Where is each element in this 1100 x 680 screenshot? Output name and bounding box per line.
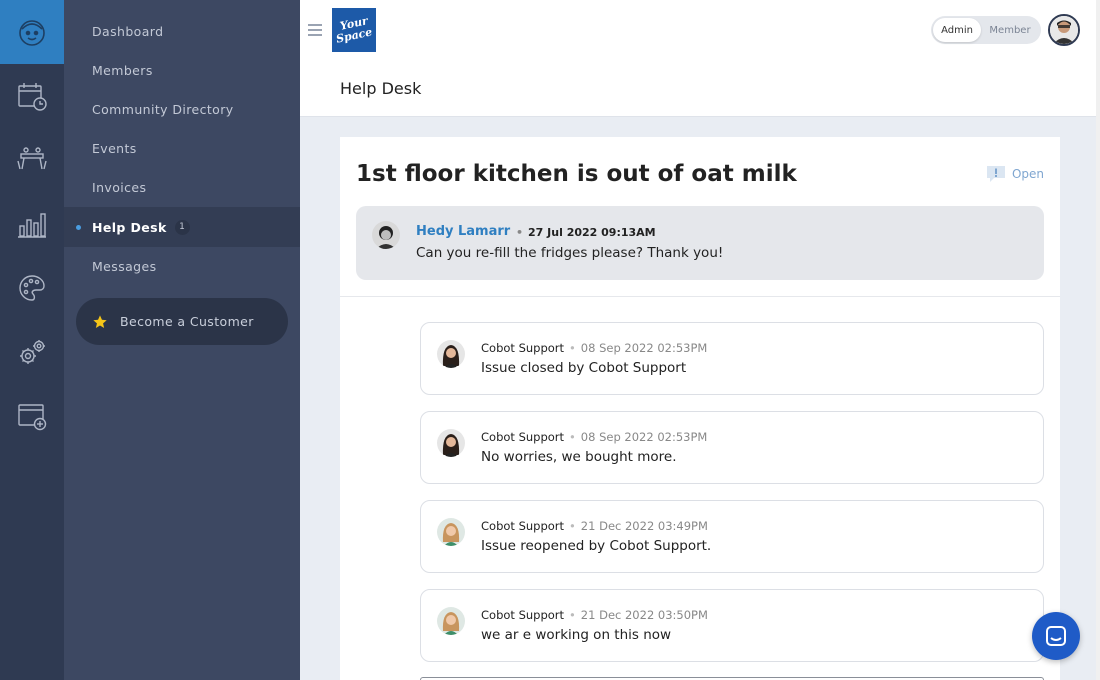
- issue-author-link[interactable]: Hedy Lamarr: [416, 224, 510, 239]
- page-title: Help Desk: [340, 79, 422, 98]
- cobot-logo-icon[interactable]: [0, 0, 64, 64]
- become-customer-button[interactable]: Become a Customer: [76, 298, 288, 345]
- role-admin-option[interactable]: Admin: [933, 18, 981, 42]
- space-logo[interactable]: Your Space: [332, 8, 376, 52]
- nav-item-events[interactable]: Events: [64, 129, 300, 168]
- status-badge[interactable]: Open: [986, 165, 1044, 183]
- reply-author: Cobot Support: [481, 430, 565, 444]
- active-indicator: [76, 225, 81, 230]
- nav-item-label: Events: [92, 141, 137, 156]
- chat-launcher-button[interactable]: [1032, 612, 1080, 660]
- hamburger-menu-icon[interactable]: [308, 24, 322, 36]
- calendar-icon[interactable]: [0, 64, 64, 128]
- support-avatar: [437, 518, 465, 546]
- nav-item-label: Help Desk: [92, 219, 167, 235]
- palette-icon[interactable]: [0, 256, 64, 320]
- reply-item: Cobot Support 21 Dec 2022 03:50PM we ar …: [420, 589, 1044, 662]
- issue-timestamp: 27 Jul 2022 09:13AM: [516, 226, 656, 239]
- reply-item: Cobot Support 08 Sep 2022 02:53PM Issue …: [420, 322, 1044, 395]
- nav-sidebar: Dashboard Members Community Directory Ev…: [64, 0, 300, 680]
- reply-author: Cobot Support: [481, 341, 565, 355]
- top-bar: Your Space Admin Member: [300, 0, 1100, 60]
- nav-item-dashboard[interactable]: Dashboard: [64, 12, 300, 51]
- author-avatar[interactable]: [372, 221, 400, 249]
- role-member-option[interactable]: Member: [981, 18, 1039, 42]
- icon-rail: [0, 0, 64, 680]
- reply-timestamp: 21 Dec 2022 03:49PM: [569, 519, 708, 533]
- add-window-icon[interactable]: [0, 384, 64, 448]
- issue-original-post: Hedy Lamarr 27 Jul 2022 09:13AM Can you …: [356, 206, 1044, 280]
- nav-item-label: Members: [92, 63, 153, 78]
- nav-item-label: Community Directory: [92, 102, 234, 117]
- nav-item-invoices[interactable]: Invoices: [64, 168, 300, 207]
- support-avatar: [437, 429, 465, 457]
- issue-title: 1st floor kitchen is out of oat milk: [356, 161, 797, 187]
- support-avatar: [437, 340, 465, 368]
- nav-item-members[interactable]: Members: [64, 51, 300, 90]
- reply-timestamp: 08 Sep 2022 02:53PM: [569, 341, 708, 355]
- nav-item-label: Dashboard: [92, 24, 164, 39]
- reply-message: Issue closed by Cobot Support: [481, 360, 687, 376]
- exclamation-speech-icon: [986, 166, 1005, 182]
- settings-gears-icon[interactable]: [0, 320, 64, 384]
- support-avatar: [437, 607, 465, 635]
- user-avatar[interactable]: [1048, 14, 1080, 46]
- divider: [340, 296, 1060, 297]
- nav-item-community-directory[interactable]: Community Directory: [64, 90, 300, 129]
- reply-message: we ar e working on this now: [481, 627, 672, 643]
- star-icon: [93, 314, 107, 328]
- reply-item: Cobot Support 08 Sep 2022 02:53PM No wor…: [420, 411, 1044, 484]
- reply-author: Cobot Support: [481, 608, 565, 622]
- status-label: Open: [1011, 167, 1044, 181]
- role-toggle: Admin Member: [931, 16, 1041, 44]
- chat-icon: [1046, 626, 1066, 646]
- analytics-icon[interactable]: [0, 192, 64, 256]
- reply-message: Issue reopened by Cobot Support.: [481, 538, 712, 554]
- reply-author: Cobot Support: [481, 519, 565, 533]
- nav-item-label: Invoices: [92, 180, 147, 195]
- page-header: Help Desk: [300, 60, 1100, 117]
- reply-timestamp: 21 Dec 2022 03:50PM: [569, 608, 708, 622]
- nav-item-label: Messages: [92, 259, 157, 274]
- nav-item-help-desk[interactable]: Help Desk 1: [64, 207, 300, 247]
- reply-timestamp: 08 Sep 2022 02:53PM: [569, 430, 708, 444]
- reply-message: No worries, we bought more.: [481, 449, 677, 465]
- meeting-room-icon[interactable]: [0, 128, 64, 192]
- become-customer-label: Become a Customer: [120, 314, 254, 329]
- nav-item-messages[interactable]: Messages: [64, 247, 300, 286]
- issue-message: Can you re-fill the fridges please? Than…: [416, 245, 724, 261]
- help-desk-count-badge: 1: [174, 219, 190, 235]
- reply-item: Cobot Support 21 Dec 2022 03:49PM Issue …: [420, 500, 1044, 573]
- page-scrollbar[interactable]: [1096, 0, 1100, 680]
